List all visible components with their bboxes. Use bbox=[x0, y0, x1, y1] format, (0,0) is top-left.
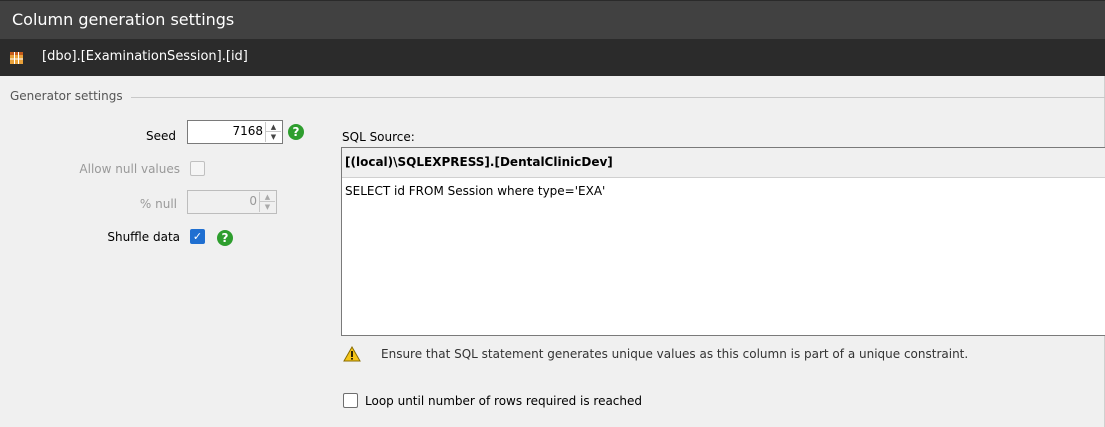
group-divider bbox=[131, 97, 1105, 98]
loop-rows-label[interactable]: Loop until number of rows required is re… bbox=[365, 394, 642, 408]
null-percent-up-arrow-icon[interactable]: ▲ bbox=[260, 192, 275, 202]
sql-editor[interactable]: [(local)\SQLEXPRESS].[DentalClinicDev] S… bbox=[341, 147, 1105, 336]
null-percent-label: % null bbox=[139, 197, 177, 211]
allow-null-checkbox[interactable] bbox=[190, 161, 205, 176]
generator-settings-panel: Generator settings Seed 7168 ▲ ▼ ? Allow… bbox=[0, 76, 1105, 427]
unique-constraint-warning: Ensure that SQL statement generates uniq… bbox=[381, 347, 969, 361]
null-percent-down-arrow-icon[interactable]: ▼ bbox=[260, 202, 275, 212]
column-path: [dbo].[ExaminationSession].[id] bbox=[42, 49, 248, 64]
shuffle-help-icon[interactable]: ? bbox=[217, 230, 233, 246]
panel-title-bar: Column generation settings bbox=[0, 0, 1105, 39]
sql-connection: [(local)\SQLEXPRESS].[DentalClinicDev] bbox=[342, 148, 1105, 178]
table-column-icon bbox=[10, 52, 23, 64]
shuffle-checkbox[interactable]: ✓ bbox=[190, 229, 205, 244]
null-percent-value: 0 bbox=[249, 194, 257, 208]
seed-label: Seed bbox=[146, 129, 176, 143]
group-label: Generator settings bbox=[10, 89, 123, 103]
loop-rows-checkbox[interactable] bbox=[343, 393, 358, 408]
null-percent-stepper[interactable]: 0 ▲ ▼ bbox=[187, 190, 277, 214]
seed-help-icon[interactable]: ? bbox=[288, 124, 304, 140]
shuffle-label: Shuffle data bbox=[107, 230, 180, 244]
null-percent-stepper-arrows[interactable]: ▲ ▼ bbox=[259, 192, 275, 212]
allow-null-label: Allow null values bbox=[79, 162, 180, 176]
seed-up-arrow-icon[interactable]: ▲ bbox=[266, 122, 281, 132]
seed-down-arrow-icon[interactable]: ▼ bbox=[266, 132, 281, 142]
sql-source-label: SQL Source: bbox=[342, 130, 415, 144]
seed-stepper[interactable]: 7168 ▲ ▼ bbox=[187, 120, 283, 144]
seed-value: 7168 bbox=[232, 124, 263, 138]
seed-stepper-arrows[interactable]: ▲ ▼ bbox=[265, 122, 281, 142]
panel-title: Column generation settings bbox=[12, 10, 235, 29]
column-path-bar: [dbo].[ExaminationSession].[id] bbox=[0, 39, 1105, 76]
warning-icon bbox=[343, 346, 361, 362]
sql-query-text[interactable]: SELECT id FROM Session where type='EXA' bbox=[342, 178, 1105, 198]
